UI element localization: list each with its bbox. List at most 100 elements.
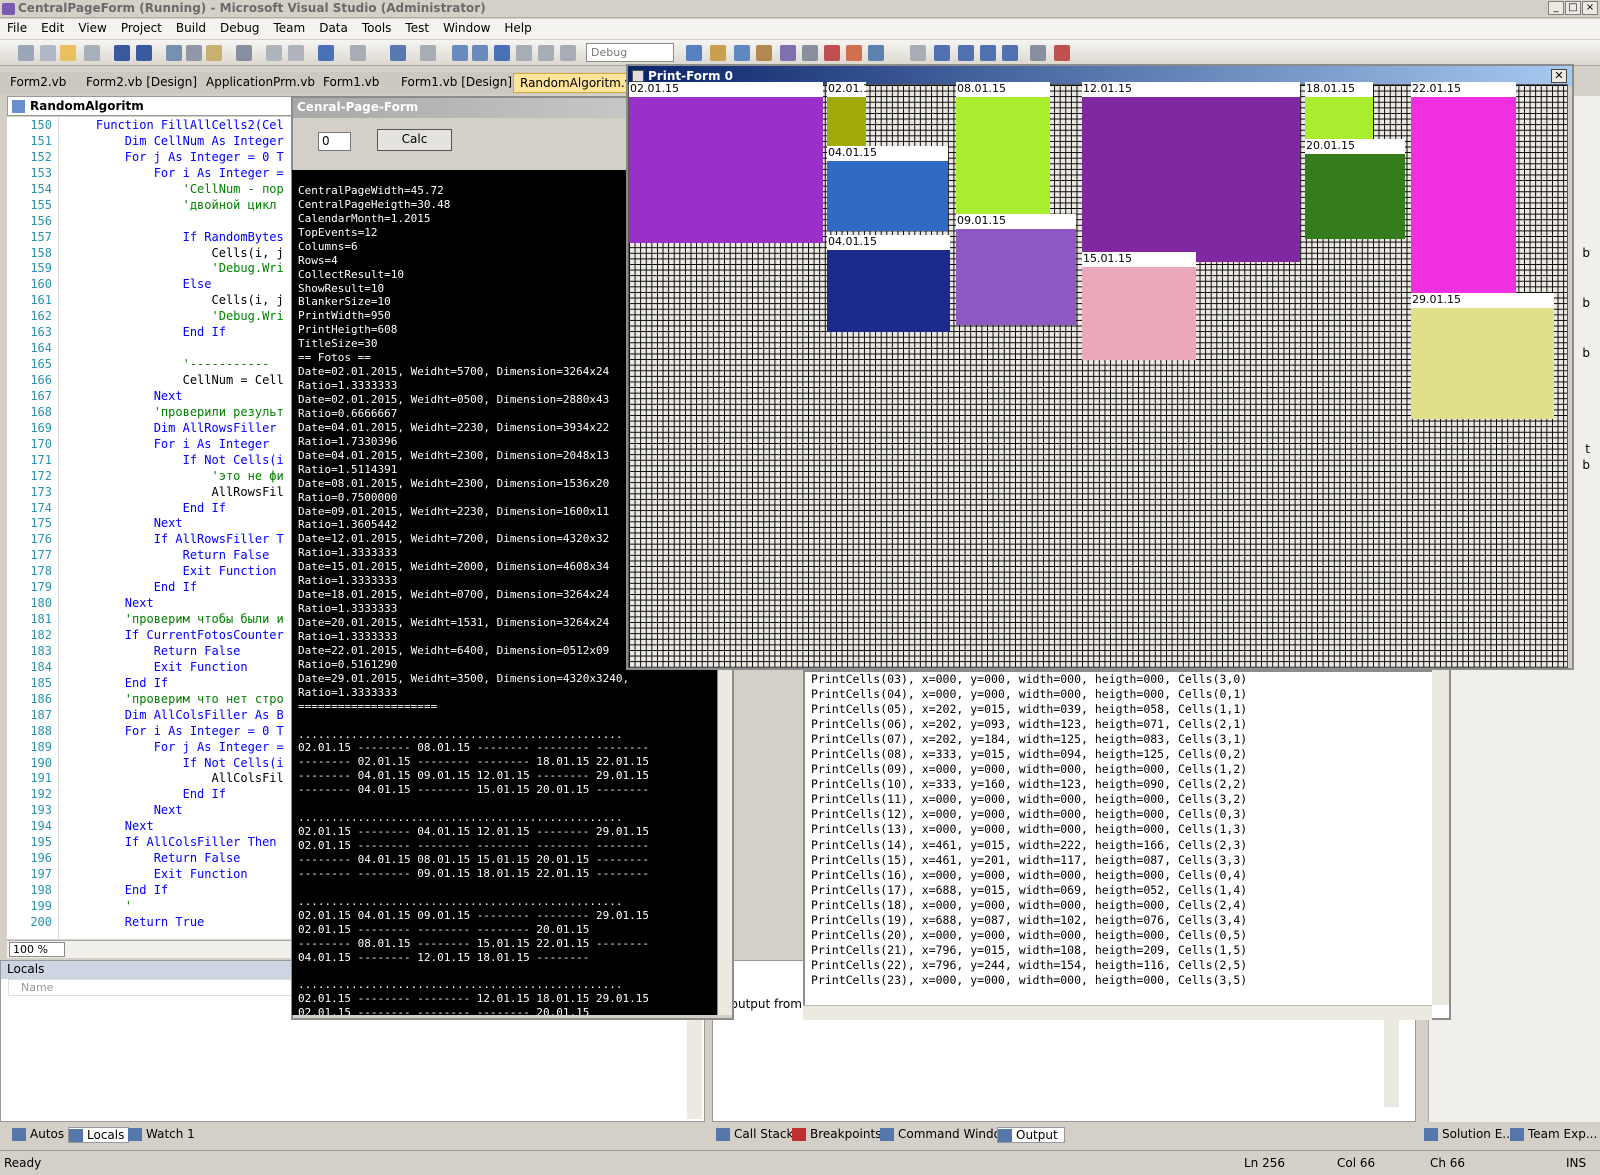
line-number: 157	[30, 229, 52, 244]
output-line: PrintCells(23), x=000, y=000, width=000,…	[811, 972, 1248, 987]
minimize-button[interactable]: _	[1548, 1, 1564, 15]
line-number: 164	[30, 341, 52, 356]
toolbox-icon[interactable]	[756, 45, 772, 61]
menu-data[interactable]: Data	[312, 19, 355, 35]
lock-controls-icon[interactable]	[1030, 45, 1046, 61]
tab-form2-design[interactable]: Form2.vb [Design]	[86, 75, 197, 89]
menu-tools[interactable]: Tools	[355, 19, 399, 35]
navigate-back-icon[interactable]	[390, 45, 406, 61]
code-line: For i As Integer =	[67, 165, 284, 180]
menu-file[interactable]: File	[0, 19, 34, 35]
start-debug-icon[interactable]	[452, 45, 468, 61]
photo-image	[1082, 267, 1196, 360]
calc-button[interactable]: Calc	[377, 129, 452, 151]
tab-locals[interactable]: Locals	[68, 1127, 130, 1143]
code-line: For j As Integer =	[67, 739, 284, 754]
redo-icon[interactable]	[350, 45, 366, 61]
menu-help[interactable]: Help	[497, 19, 538, 35]
paste-icon[interactable]	[206, 45, 222, 61]
line-number: 198	[30, 883, 52, 897]
menu-project[interactable]: Project	[114, 19, 169, 35]
step-out-icon[interactable]	[560, 45, 576, 61]
tab-applicationprm-vb[interactable]: ApplicationPrm.vb	[206, 75, 315, 89]
tab-command-window[interactable]: Command Window	[880, 1127, 1011, 1141]
maximize-button[interactable]: □	[1565, 1, 1581, 15]
line-number: 167	[30, 388, 52, 403]
line-number: 151	[30, 133, 52, 148]
properties-icon[interactable]	[710, 45, 726, 61]
pause-icon[interactable]	[472, 45, 488, 61]
step-over-icon[interactable]	[538, 45, 554, 61]
tab-form1-design[interactable]: Form1.vb [Design]	[401, 75, 512, 89]
output-scrollbar[interactable]	[1432, 670, 1449, 1005]
add-new-icon[interactable]	[84, 45, 100, 61]
menu-team[interactable]: Team	[266, 19, 312, 35]
line-number: 187	[30, 707, 52, 722]
tab-form1-vb[interactable]: Form1.vb	[323, 75, 379, 89]
menu-test[interactable]: Test	[398, 19, 436, 35]
line-number: 180	[30, 596, 52, 611]
menu-build[interactable]: Build	[169, 19, 213, 35]
code-editor[interactable]: 150 151 152 153 154 155 156 157 158 159 160 161 162 1…	[7, 117, 295, 939]
visual-studio-icon	[2, 3, 15, 15]
format-icon[interactable]	[910, 45, 926, 61]
step-into-icon[interactable]	[516, 45, 532, 61]
cut-icon[interactable]	[166, 45, 182, 61]
menu-debug[interactable]: Debug	[213, 19, 266, 35]
add-item-icon[interactable]	[40, 45, 56, 61]
code-line: End If	[67, 500, 226, 515]
class-view-icon[interactable]	[780, 45, 796, 61]
stop-icon[interactable]	[494, 45, 510, 61]
output-panel-scrollbar[interactable]	[1384, 1007, 1399, 1107]
tools-icon[interactable]	[802, 45, 818, 61]
tab-output[interactable]: Output	[997, 1127, 1065, 1143]
align-icon[interactable]	[934, 45, 950, 61]
comment-icon[interactable]	[266, 45, 282, 61]
solution-explorer-icon[interactable]	[686, 45, 702, 61]
line-number: 150	[30, 118, 52, 132]
object-browser-icon[interactable]	[734, 45, 750, 61]
console-line: 02.01.15 04.01.15 09.01.15 -------- ----…	[298, 908, 649, 922]
new-project-icon[interactable]	[18, 45, 34, 61]
solution-configuration-select[interactable]: Debug	[586, 43, 674, 62]
menu-edit[interactable]: Edit	[34, 19, 71, 35]
save-all-icon[interactable]	[136, 45, 152, 61]
server-explorer-icon[interactable]	[846, 45, 862, 61]
tab-team-explorer[interactable]: Team Exp...	[1510, 1127, 1597, 1141]
zoom-select[interactable]: 100 %	[9, 942, 65, 957]
undo-icon[interactable]	[318, 45, 334, 61]
open-folder-icon[interactable]	[60, 45, 76, 61]
navigate-forward-icon[interactable]	[420, 45, 436, 61]
line-number: 166	[30, 373, 52, 387]
team-explorer-icon	[1510, 1128, 1524, 1141]
tab-form2-vb[interactable]: Form2.vb	[10, 75, 66, 89]
order-icon[interactable]	[1002, 45, 1018, 61]
code-line: If Not Cells(i	[67, 755, 284, 770]
close-window-button[interactable]: ×	[1582, 1, 1598, 15]
line-number: 162	[30, 309, 52, 324]
database-icon[interactable]	[824, 45, 840, 61]
number-input[interactable]: 0	[318, 132, 351, 151]
tab-breakpoints[interactable]: Breakpoints	[792, 1127, 881, 1141]
class-selector[interactable]: RandomAlgoritm	[7, 96, 295, 116]
menu-view[interactable]: View	[71, 19, 113, 35]
size-icon[interactable]	[958, 45, 974, 61]
uncomment-icon[interactable]	[288, 45, 304, 61]
spacing-icon[interactable]	[980, 45, 996, 61]
console-line: -------- 08.01.15 -------- 15.01.15 22.0…	[298, 936, 649, 950]
menu-window[interactable]: Window	[436, 19, 497, 35]
tab-order-icon[interactable]	[1054, 45, 1070, 61]
tab-autos[interactable]: Autos	[12, 1127, 64, 1141]
save-icon[interactable]	[114, 45, 130, 61]
code-line: '	[67, 898, 133, 913]
find-icon[interactable]	[236, 45, 252, 61]
tab-solution-explorer[interactable]: Solution E...	[1424, 1127, 1514, 1141]
console-line: 02.01.15 -------- -------- 12.01.15 18.0…	[298, 992, 649, 1006]
output-hscrollbar[interactable]	[803, 1005, 1432, 1020]
tab-watch-1[interactable]: Watch 1	[128, 1127, 195, 1141]
close-icon[interactable]: ✕	[1551, 69, 1567, 83]
window-layout-icon[interactable]	[868, 45, 884, 61]
copy-icon[interactable]	[186, 45, 202, 61]
tab-call-stack[interactable]: Call Stack	[716, 1127, 793, 1141]
line-number: 185	[30, 675, 52, 690]
